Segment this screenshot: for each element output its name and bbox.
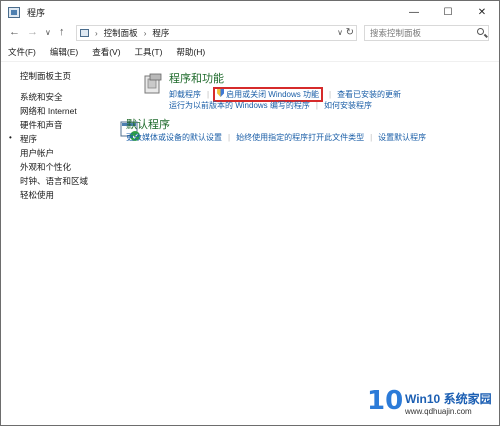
watermark-brand: Win10 系统家园	[405, 392, 492, 406]
address-bar[interactable]: › 控制面板 › 程序 ∨ ↻	[76, 25, 357, 41]
address-row: ← → ∨ ↑ › 控制面板 › 程序 ∨ ↻ 搜索控制面板	[1, 23, 499, 43]
change-media-default-link[interactable]: 更改媒体或设备的默认设置	[126, 132, 222, 143]
control-panel-window: 程序 — ☐ ✕ ← → ∨ ↑ › 控制面板 › 程序 ∨ ↻ 搜索控制面板 …	[0, 0, 500, 426]
search-input[interactable]: 搜索控制面板	[364, 25, 489, 41]
turn-windows-features-link[interactable]: 启用或关闭 Windows 功能	[226, 90, 319, 99]
up-arrow-icon[interactable]: ↑	[59, 26, 65, 38]
back-arrow-icon[interactable]: ←	[9, 26, 20, 38]
address-dropdown-chevron-icon[interactable]: ∨	[337, 28, 343, 37]
sidebar-item-network-internet[interactable]: 网络和 Internet	[20, 105, 77, 117]
sidebar-item-system-security[interactable]: 系统和安全	[20, 91, 63, 103]
sidebar-item-ease-of-access[interactable]: 轻松使用	[20, 189, 54, 201]
maximize-button[interactable]: ☐	[431, 1, 465, 23]
search-placeholder: 搜索控制面板	[370, 28, 422, 38]
watermark-url: www.qdhuajin.com	[405, 407, 472, 416]
breadcrumb-control-panel[interactable]: 控制面板	[104, 27, 138, 39]
current-item-marker: •	[9, 133, 12, 142]
breadcrumb-programs[interactable]: 程序	[152, 27, 169, 39]
caption-buttons: — ☐ ✕	[397, 1, 499, 23]
view-installed-updates-link[interactable]: 查看已安装的更新	[337, 89, 401, 100]
uac-shield-icon	[217, 89, 225, 97]
control-panel-icon	[8, 6, 20, 18]
breadcrumb-separator: ›	[95, 28, 98, 38]
recent-locations-chevron-icon[interactable]: ∨	[45, 28, 51, 37]
menu-edit[interactable]: 编辑(E)	[50, 46, 78, 58]
sidebar-item-hardware-sound[interactable]: 硬件和声音	[20, 119, 63, 131]
site-watermark: 10 Win10 系统家园 www.qdhuajin.com	[367, 386, 497, 422]
sidebar-item-programs[interactable]: 程序	[20, 133, 37, 145]
uninstall-program-link[interactable]: 卸载程序	[169, 89, 201, 100]
window-title: 程序	[27, 7, 46, 18]
content-area: 控制面板主页 系统和安全 网络和 Internet 硬件和声音 • 程序 用户帐…	[1, 61, 499, 426]
refresh-icon[interactable]: ↻	[346, 27, 354, 38]
sidebar-item-clock-language-region[interactable]: 时钟、语言和区域	[20, 175, 88, 187]
set-default-programs-link[interactable]: 设置默认程序	[378, 132, 426, 143]
menu-tools[interactable]: 工具(T)	[135, 46, 163, 58]
default-programs-links-row: 更改媒体或设备的默认设置 | 始终使用指定的程序打开此文件类型 | 设置默认程序	[126, 132, 427, 143]
forward-arrow-icon[interactable]: →	[27, 26, 38, 38]
close-button[interactable]: ✕	[465, 1, 499, 23]
sidebar: 控制面板主页 系统和安全 网络和 Internet 硬件和声音 • 程序 用户帐…	[1, 62, 121, 426]
menu-bar: 文件(F) 编辑(E) 查看(V) 工具(T) 帮助(H)	[1, 45, 499, 59]
minimize-button[interactable]: —	[397, 1, 431, 23]
sidebar-item-user-accounts[interactable]: 用户帐户	[20, 147, 54, 159]
control-panel-icon	[80, 29, 89, 37]
default-programs-title[interactable]: 默认程序	[126, 116, 170, 132]
how-to-install-program-link[interactable]: 如何安装程序	[324, 100, 372, 111]
menu-view[interactable]: 查看(V)	[92, 46, 120, 58]
menu-help[interactable]: 帮助(H)	[176, 46, 205, 58]
run-older-programs-link[interactable]: 运行为以前版本的 Windows 编写的程序	[169, 100, 310, 111]
programs-features-icon	[144, 73, 162, 94]
programs-features-links-row2: 运行为以前版本的 Windows 编写的程序 | 如何安装程序	[169, 100, 372, 111]
sidebar-item-appearance[interactable]: 外观和个性化	[20, 161, 71, 173]
watermark-logo: 10	[367, 386, 404, 416]
always-use-program-link[interactable]: 始终使用指定的程序打开此文件类型	[236, 132, 364, 143]
title-bar: 程序 — ☐ ✕	[1, 1, 499, 23]
search-icon	[477, 28, 484, 35]
breadcrumb-separator: ›	[143, 28, 147, 38]
programs-features-title[interactable]: 程序和功能	[169, 70, 224, 86]
menu-file[interactable]: 文件(F)	[8, 46, 36, 58]
sidebar-item-control-panel-home[interactable]: 控制面板主页	[20, 70, 71, 82]
